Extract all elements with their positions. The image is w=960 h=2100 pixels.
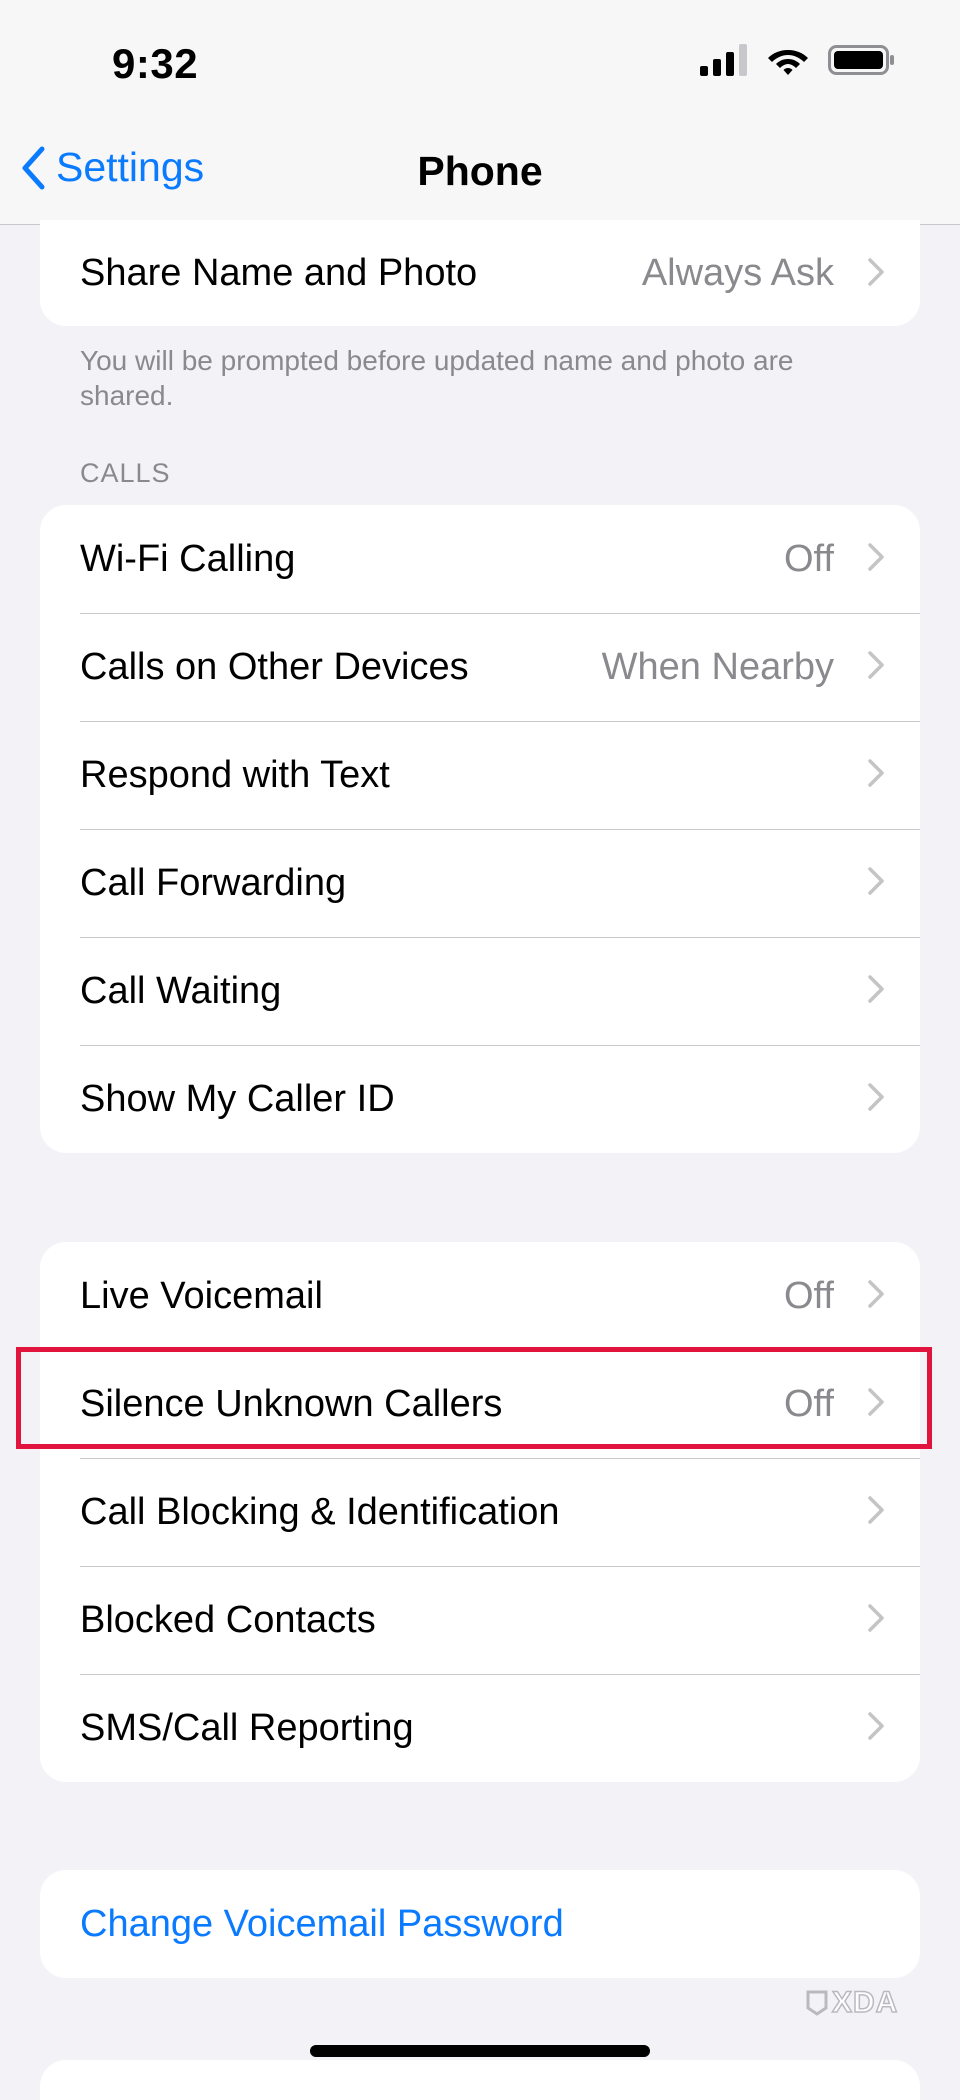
row-value: Always Ask [641, 251, 834, 294]
cellular-signal-icon [700, 44, 747, 76]
home-indicator[interactable] [310, 2045, 650, 2057]
row-label: Call Forwarding [80, 861, 347, 904]
row-respond-with-text[interactable]: Respond with Text [40, 721, 920, 829]
row-share-name-and-photo[interactable]: Share Name and Photo Always Ask [40, 220, 920, 326]
chevron-right-icon [868, 867, 884, 895]
status-icons [700, 44, 896, 76]
chevron-right-icon [868, 543, 884, 571]
chevron-right-icon [868, 759, 884, 787]
row-label: Live Voicemail [80, 1274, 323, 1317]
chevron-right-icon [868, 1280, 884, 1308]
row-call-waiting[interactable]: Call Waiting [40, 937, 920, 1045]
chevron-right-icon [868, 975, 884, 1003]
watermark-text: XDA [831, 1985, 899, 2020]
page-title: Phone [417, 148, 543, 194]
row-label: SMS/Call Reporting [80, 1706, 414, 1749]
row-call-blocking-identification[interactable]: Call Blocking & Identification [40, 1458, 920, 1566]
row-label: Call Waiting [80, 969, 282, 1012]
row-show-my-caller-id[interactable]: Show My Caller ID [40, 1045, 920, 1153]
section-header-calls: CALLS [80, 458, 171, 488]
share-name-card: Share Name and Photo Always Ask [40, 220, 920, 326]
wifi-icon [768, 50, 808, 75]
row-label: Blocked Contacts [80, 1598, 376, 1641]
row-label: Share Name and Photo [80, 251, 478, 294]
row-live-voicemail[interactable]: Live Voicemail Off [40, 1242, 920, 1350]
calls-card: Wi-Fi Calling Off Calls on Other Devices… [40, 505, 920, 1153]
chevron-right-icon [868, 1083, 884, 1111]
row-blocked-contacts[interactable]: Blocked Contacts [40, 1566, 920, 1674]
row-label: Show My Caller ID [80, 1077, 395, 1120]
row-label: Call Blocking & Identification [80, 1490, 560, 1533]
chevron-right-icon [868, 1388, 884, 1416]
password-card: Change Voicemail Password [40, 1870, 920, 1978]
chevron-right-icon [868, 1496, 884, 1524]
row-label: Calls on Other Devices [80, 645, 469, 688]
row-value: Off [784, 537, 834, 580]
voicemail-card: Live Voicemail Off Silence Unknown Calle… [40, 1242, 920, 1782]
chevron-right-icon [868, 258, 884, 286]
row-silence-unknown-callers[interactable]: Silence Unknown Callers Off [40, 1350, 920, 1458]
row-label: Respond with Text [80, 753, 390, 796]
chevron-right-icon [868, 1712, 884, 1740]
chevron-right-icon [868, 651, 884, 679]
row-sms-call-reporting[interactable]: SMS/Call Reporting [40, 1674, 920, 1782]
row-value: When Nearby [601, 645, 834, 688]
row-value: Off [784, 1274, 834, 1317]
change-voicemail-password-link[interactable]: Change Voicemail Password [40, 1870, 920, 1978]
link-label: Change Voicemail Password [80, 1902, 564, 1945]
xda-watermark: XDA [806, 1985, 899, 2020]
status-time: 9:32 [112, 40, 199, 87]
row-wifi-calling[interactable]: Wi-Fi Calling Off [40, 505, 920, 613]
next-card-peek [40, 2060, 920, 2100]
navigation-bar: Settings Phone [0, 120, 960, 225]
row-value: Off [784, 1382, 834, 1425]
chevron-right-icon [868, 1604, 884, 1632]
row-call-forwarding[interactable]: Call Forwarding [40, 829, 920, 937]
row-label: Silence Unknown Callers [80, 1382, 503, 1425]
row-label: Wi-Fi Calling [80, 537, 296, 580]
status-bar: 9:32 [0, 0, 960, 120]
row-calls-on-other-devices[interactable]: Calls on Other Devices When Nearby [40, 613, 920, 721]
battery-icon [828, 45, 894, 75]
xda-logo-icon [806, 1990, 828, 2016]
share-name-footnote: You will be prompted before updated name… [80, 345, 794, 411]
